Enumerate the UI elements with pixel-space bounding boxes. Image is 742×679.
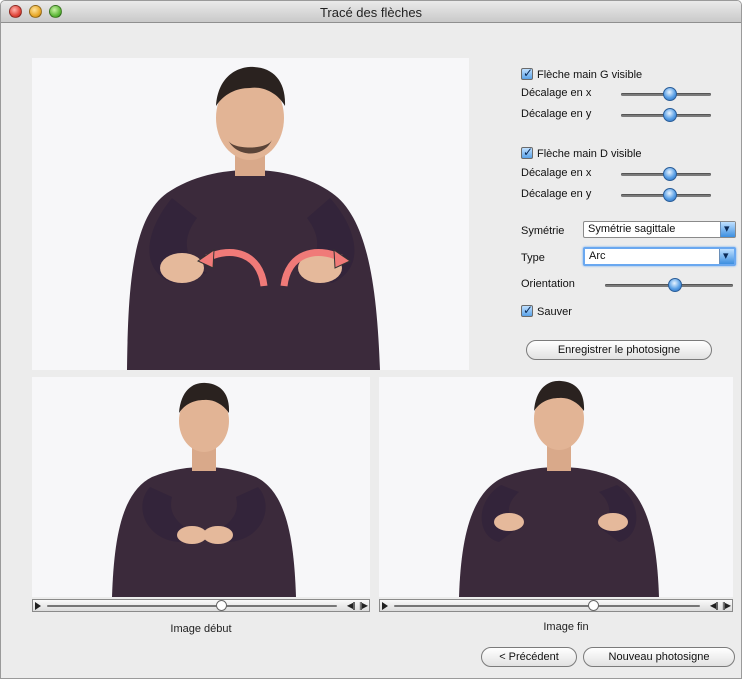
chevron-down-icon bbox=[719, 248, 734, 264]
window: Tracé des flèches Flèche m bbox=[0, 0, 742, 679]
slider-thumb[interactable] bbox=[662, 108, 677, 122]
main-photo-preview bbox=[32, 58, 469, 370]
scrubber-track bbox=[47, 605, 337, 607]
step-forward-icon[interactable]: ‖▶ bbox=[722, 601, 731, 610]
checkbox-icon bbox=[521, 303, 533, 317]
save-label: Sauver bbox=[537, 306, 572, 318]
start-image-caption: Image début bbox=[170, 623, 232, 635]
symmetry-label: Symétrie bbox=[521, 225, 565, 237]
left-offset-y-slider[interactable] bbox=[621, 108, 711, 122]
new-photosign-button[interactable]: Nouveau photosigne bbox=[583, 647, 735, 667]
right-arrow-visible-label: Flèche main D visible bbox=[537, 148, 642, 160]
start-image-preview bbox=[32, 377, 370, 597]
end-image-caption: Image fin bbox=[543, 621, 589, 633]
slider-thumb[interactable] bbox=[667, 278, 682, 292]
orientation-slider[interactable] bbox=[605, 278, 733, 292]
slider-thumb[interactable] bbox=[662, 188, 677, 202]
step-back-icon[interactable]: ◀‖ bbox=[347, 601, 356, 610]
end-image-preview bbox=[379, 377, 733, 597]
right-offset-x-slider[interactable] bbox=[621, 167, 711, 181]
orientation-label: Orientation bbox=[521, 278, 575, 290]
previous-button[interactable]: < Précédent bbox=[481, 647, 577, 667]
play-icon[interactable] bbox=[35, 602, 41, 610]
left-offset-x-label: Décalage en x bbox=[521, 87, 592, 99]
symmetry-selected-value: Symétrie sagittale bbox=[588, 223, 676, 235]
right-offset-x-label: Décalage en x bbox=[521, 167, 592, 179]
right-offset-y-label: Décalage en y bbox=[521, 188, 592, 200]
right-offset-y-slider[interactable] bbox=[621, 188, 711, 202]
save-photosign-button[interactable]: Enregistrer le photosigne bbox=[526, 340, 712, 360]
play-icon[interactable] bbox=[382, 602, 388, 610]
type-selected-value: Arc bbox=[589, 250, 606, 262]
step-forward-icon[interactable]: ‖▶ bbox=[359, 601, 368, 610]
scrubber-knob[interactable] bbox=[216, 600, 227, 611]
scrubber-knob[interactable] bbox=[587, 600, 599, 611]
checkbox-icon bbox=[521, 145, 533, 159]
window-title: Tracé des flèches bbox=[319, 5, 423, 20]
left-arrow-visible-label: Flèche main G visible bbox=[537, 69, 643, 81]
type-select[interactable]: Arc bbox=[583, 247, 736, 266]
title-bar: Tracé des flèches bbox=[1, 1, 741, 23]
type-label: Type bbox=[521, 252, 545, 264]
scrubber-track bbox=[394, 605, 700, 607]
step-back-icon[interactable]: ◀‖ bbox=[710, 601, 719, 610]
end-frame-scrubber[interactable]: ◀‖ ‖▶ bbox=[379, 599, 733, 612]
slider-thumb[interactable] bbox=[662, 167, 677, 181]
save-checkbox[interactable]: Sauver bbox=[521, 303, 572, 318]
chevron-down-icon bbox=[720, 221, 735, 237]
checkbox-icon bbox=[521, 66, 533, 80]
left-offset-x-slider[interactable] bbox=[621, 87, 711, 101]
symmetry-select[interactable]: Symétrie sagittale bbox=[583, 221, 736, 238]
slider-thumb[interactable] bbox=[662, 87, 677, 101]
start-frame-scrubber[interactable]: ◀‖ ‖▶ bbox=[32, 599, 370, 612]
left-arrow-visible-checkbox[interactable]: Flèche main G visible bbox=[521, 66, 643, 81]
left-offset-y-label: Décalage en y bbox=[521, 108, 592, 120]
right-arrow-visible-checkbox[interactable]: Flèche main D visible bbox=[521, 145, 642, 160]
